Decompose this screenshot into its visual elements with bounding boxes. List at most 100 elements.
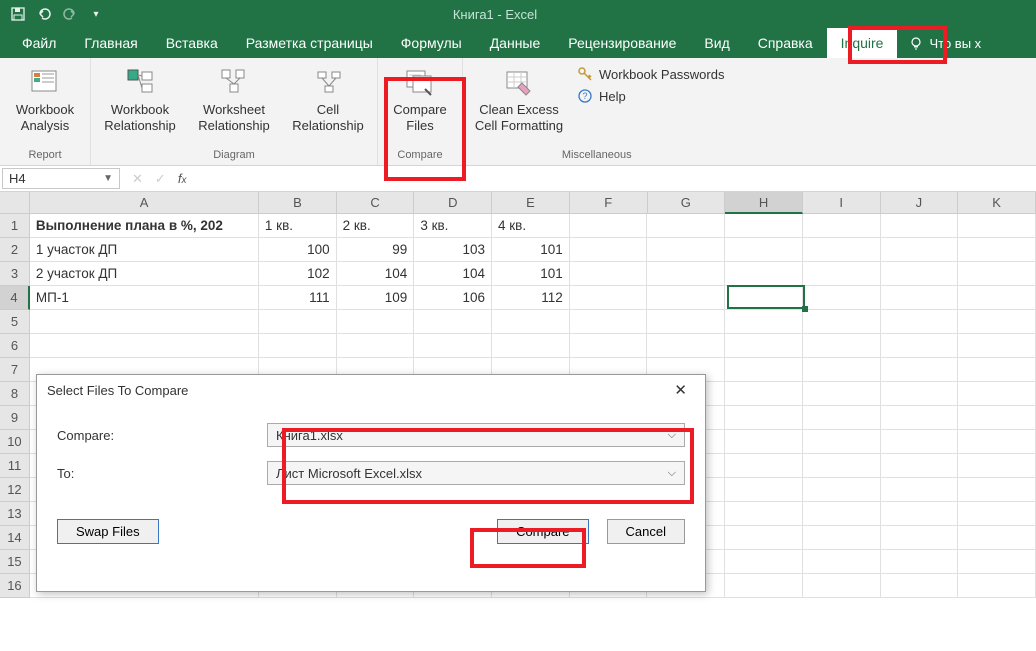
cell[interactable] bbox=[803, 430, 881, 454]
cell[interactable] bbox=[725, 262, 803, 286]
workbook-analysis-button[interactable]: Workbook Analysis bbox=[6, 62, 84, 137]
cell[interactable] bbox=[647, 334, 725, 358]
row-header[interactable]: 12 bbox=[0, 478, 30, 502]
cell[interactable] bbox=[725, 406, 803, 430]
cell[interactable] bbox=[958, 454, 1036, 478]
cell[interactable]: 100 bbox=[259, 238, 337, 262]
cell[interactable] bbox=[958, 286, 1036, 310]
cell[interactable] bbox=[881, 286, 959, 310]
save-icon[interactable] bbox=[10, 6, 26, 22]
cell[interactable]: 2 кв. bbox=[337, 214, 415, 238]
cell[interactable]: 104 bbox=[337, 262, 415, 286]
cell[interactable] bbox=[803, 310, 881, 334]
cell[interactable]: 102 bbox=[259, 262, 337, 286]
cell[interactable] bbox=[570, 214, 648, 238]
cell[interactable] bbox=[570, 334, 648, 358]
cell[interactable] bbox=[958, 238, 1036, 262]
cancel-button[interactable]: Cancel bbox=[607, 519, 685, 544]
tab-разметка-страницы[interactable]: Разметка страницы bbox=[232, 28, 387, 58]
cell[interactable] bbox=[881, 238, 959, 262]
cell[interactable] bbox=[958, 358, 1036, 382]
cell[interactable] bbox=[958, 502, 1036, 526]
redo-icon[interactable] bbox=[62, 6, 78, 22]
tell-me-search[interactable]: Что вы х bbox=[897, 28, 993, 58]
row-header[interactable]: 2 bbox=[0, 238, 30, 262]
cell[interactable] bbox=[725, 214, 803, 238]
cell[interactable] bbox=[803, 550, 881, 574]
cell[interactable] bbox=[881, 262, 959, 286]
column-header[interactable]: J bbox=[881, 192, 959, 214]
cell[interactable] bbox=[647, 238, 725, 262]
cell[interactable]: 109 bbox=[337, 286, 415, 310]
cell[interactable] bbox=[259, 334, 337, 358]
compare-file-select[interactable]: Книга1.xlsx ⌵ bbox=[267, 423, 685, 447]
clean-excess-formatting-button[interactable]: Clean Excess Cell Formatting bbox=[469, 62, 569, 137]
enter-icon[interactable]: ✓ bbox=[155, 171, 166, 187]
row-header[interactable]: 3 bbox=[0, 262, 30, 286]
cell[interactable] bbox=[803, 382, 881, 406]
cell[interactable] bbox=[958, 310, 1036, 334]
cell[interactable] bbox=[725, 334, 803, 358]
row-header[interactable]: 8 bbox=[0, 382, 30, 406]
cell[interactable] bbox=[725, 358, 803, 382]
cell[interactable] bbox=[725, 526, 803, 550]
cell[interactable] bbox=[725, 238, 803, 262]
workbook-passwords-button[interactable]: Workbook Passwords bbox=[577, 66, 724, 82]
cell[interactable] bbox=[570, 262, 648, 286]
cell[interactable] bbox=[881, 382, 959, 406]
cell[interactable] bbox=[725, 382, 803, 406]
cell[interactable]: 112 bbox=[492, 286, 570, 310]
cell[interactable] bbox=[803, 502, 881, 526]
tab-рецензирование[interactable]: Рецензирование bbox=[554, 28, 690, 58]
row-header[interactable]: 6 bbox=[0, 334, 30, 358]
compare-button[interactable]: Compare bbox=[497, 519, 588, 544]
to-file-select[interactable]: Лист Microsoft Excel.xlsx ⌵ bbox=[267, 461, 685, 485]
cell[interactable] bbox=[725, 454, 803, 478]
cell[interactable] bbox=[337, 310, 415, 334]
cell[interactable] bbox=[725, 430, 803, 454]
cell[interactable] bbox=[881, 406, 959, 430]
cell[interactable] bbox=[803, 358, 881, 382]
cell[interactable] bbox=[647, 286, 725, 310]
tab-формулы[interactable]: Формулы bbox=[387, 28, 476, 58]
formula-input[interactable] bbox=[196, 166, 1036, 191]
cell[interactable]: МП-1 bbox=[30, 286, 259, 310]
row-header[interactable]: 13 bbox=[0, 502, 30, 526]
cell[interactable] bbox=[958, 214, 1036, 238]
cell[interactable] bbox=[803, 238, 881, 262]
cell[interactable]: 2 участок ДП bbox=[30, 262, 259, 286]
cell[interactable] bbox=[647, 214, 725, 238]
fill-handle[interactable] bbox=[802, 306, 808, 312]
qat-customize-icon[interactable]: ▾ bbox=[88, 6, 104, 22]
row-header[interactable]: 16 bbox=[0, 574, 30, 598]
cell[interactable] bbox=[647, 262, 725, 286]
cell[interactable] bbox=[803, 262, 881, 286]
cell[interactable] bbox=[570, 310, 648, 334]
column-header[interactable]: K bbox=[958, 192, 1036, 214]
cell[interactable] bbox=[958, 574, 1036, 598]
cell[interactable] bbox=[803, 286, 881, 310]
cell[interactable]: Выполнение плана в %, 202 bbox=[30, 214, 259, 238]
close-icon[interactable]: ✕ bbox=[666, 377, 695, 403]
column-header[interactable]: D bbox=[414, 192, 492, 214]
cell[interactable] bbox=[725, 286, 803, 310]
tab-вид[interactable]: Вид bbox=[690, 28, 743, 58]
row-header[interactable]: 7 bbox=[0, 358, 30, 382]
help-button[interactable]: ? Help bbox=[577, 88, 724, 104]
cell[interactable]: 3 кв. bbox=[414, 214, 492, 238]
cell[interactable] bbox=[30, 334, 259, 358]
worksheet-relationship-button[interactable]: Worksheet Relationship bbox=[191, 62, 277, 137]
cancel-icon[interactable]: ✕ bbox=[132, 171, 143, 187]
undo-icon[interactable] bbox=[36, 6, 52, 22]
cell[interactable] bbox=[881, 358, 959, 382]
column-header[interactable]: E bbox=[492, 192, 570, 214]
cell[interactable] bbox=[570, 286, 648, 310]
row-header[interactable]: 15 bbox=[0, 550, 30, 574]
select-all-corner[interactable] bbox=[0, 192, 30, 214]
swap-files-button[interactable]: Swap Files bbox=[57, 519, 159, 544]
dialog-title-bar[interactable]: Select Files To Compare ✕ bbox=[37, 375, 705, 405]
cell[interactable] bbox=[803, 526, 881, 550]
cell[interactable] bbox=[881, 454, 959, 478]
cell[interactable]: 104 bbox=[414, 262, 492, 286]
row-header[interactable]: 11 bbox=[0, 454, 30, 478]
